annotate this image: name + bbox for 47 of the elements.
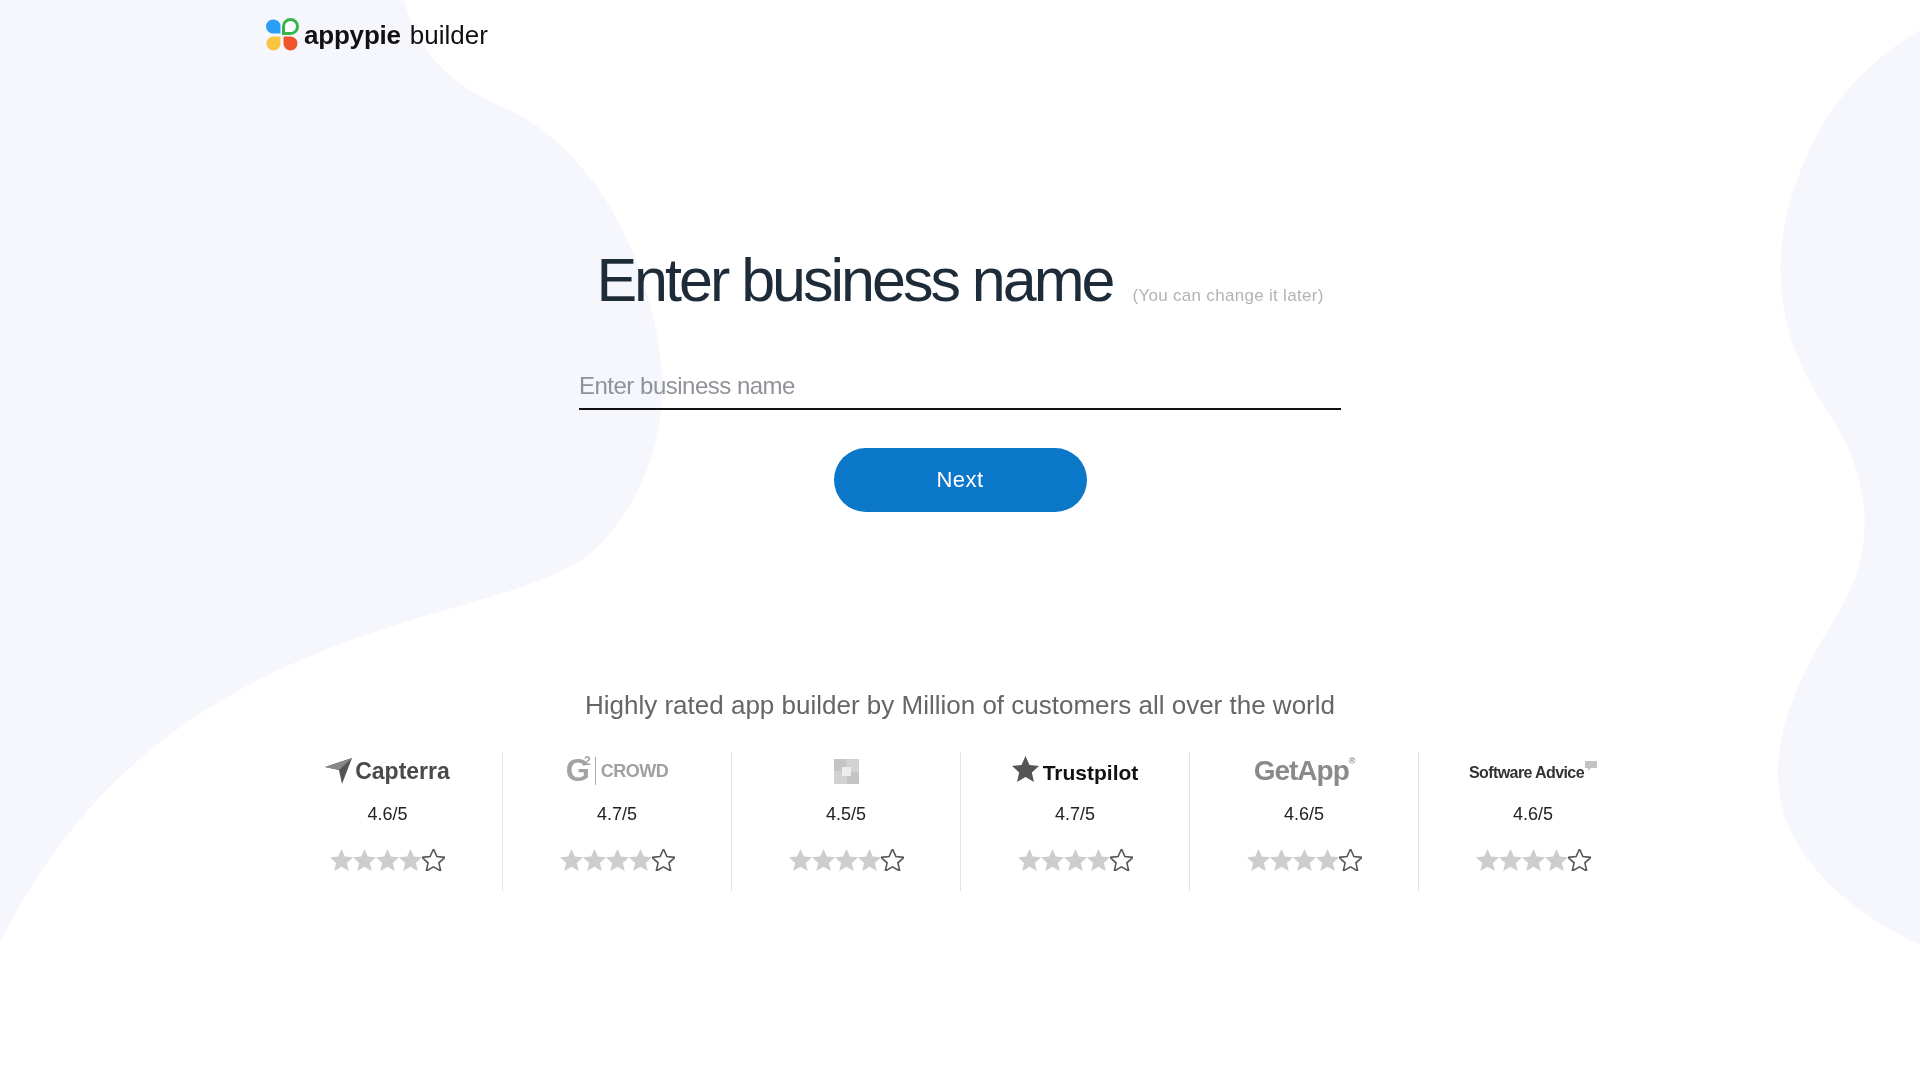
star-icon [1315, 849, 1339, 871]
star-icon [399, 849, 422, 871]
star-icon [1292, 849, 1316, 871]
star-icon [811, 849, 835, 871]
petals-logo-icon [264, 17, 300, 53]
business-name-field[interactable]: Enter business name [579, 364, 1341, 410]
star-icon [559, 849, 583, 871]
star-icon [1063, 849, 1087, 871]
star-icon [1544, 849, 1568, 871]
star-icon [1269, 849, 1293, 871]
star-icon [628, 849, 652, 871]
site-name: Capterra [355, 757, 450, 785]
star-icon [1498, 849, 1522, 871]
rating-text: 4.7/5 [596, 803, 637, 825]
star-icon [1017, 849, 1041, 871]
star-icon [1475, 849, 1499, 871]
rating-text: 4.6/5 [1512, 803, 1553, 825]
site-name: GetApp$^{®}$ [1253, 755, 1355, 787]
arrow-icon [325, 758, 353, 784]
next-button[interactable]: Next [833, 448, 1087, 512]
logo-product-text: builder [409, 20, 488, 50]
tiles-icon [833, 758, 859, 784]
rating-text: 4.6/5 [1283, 803, 1324, 825]
star-icon [1246, 849, 1270, 871]
site-name: Trustpilot [1042, 761, 1139, 785]
rating-text: 4.6/5 [367, 803, 408, 825]
star-icon [857, 849, 881, 871]
logo-brand-text: appypie [304, 20, 401, 50]
star-icon [582, 849, 606, 871]
star-icon [1521, 849, 1545, 871]
site-name: CROWD [600, 760, 669, 782]
star-icon [376, 849, 399, 871]
hint-text: (You can change it later) [1132, 286, 1324, 306]
site-name: Software Advice [1469, 764, 1584, 782]
star-icon [330, 849, 353, 871]
star-icon [788, 849, 812, 871]
speech-bubble-icon [1584, 761, 1597, 771]
star-icon [1086, 849, 1110, 871]
rating-text: 4.5/5 [825, 803, 866, 825]
star-icon [605, 849, 629, 871]
star-icon [1011, 756, 1039, 782]
star-icon [353, 849, 376, 871]
star-icon [1040, 849, 1064, 871]
rating-text: 4.7/5 [1054, 803, 1095, 825]
tagline-text: Highly rated app builder by Million of customers all over the world [585, 689, 1335, 722]
page-title: Enter business name [596, 245, 1113, 316]
star-icon [834, 849, 858, 871]
